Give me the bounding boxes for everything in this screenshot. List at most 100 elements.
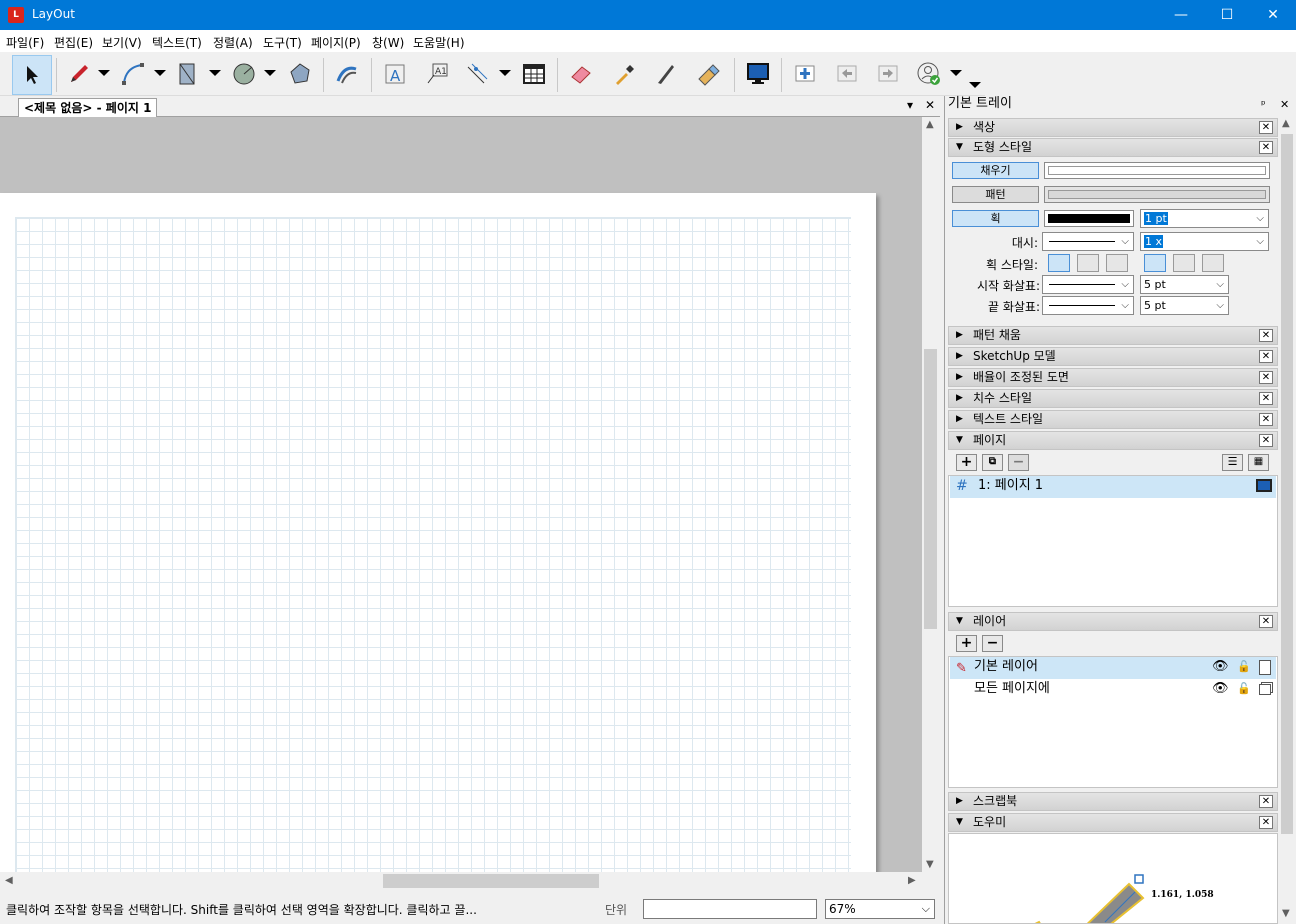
paper-page[interactable] <box>0 193 876 872</box>
tray-scrollbar[interactable]: ▲ ▼ <box>1278 116 1296 924</box>
panel-layers-header[interactable]: ▼ 레이어 ✕ <box>948 612 1278 631</box>
join-miter-button[interactable] <box>1048 254 1070 272</box>
join-bevel-button[interactable] <box>1106 254 1128 272</box>
lock-icon[interactable]: 🔓 <box>1237 657 1251 677</box>
panel-sketchup-model-header[interactable]: ▶ SketchUp 모델 ✕ <box>948 347 1278 366</box>
zoom-select[interactable]: 67% ⌵ <box>825 899 935 919</box>
tray-scroll-thumb[interactable] <box>1281 134 1293 834</box>
scroll-left-arrow-icon[interactable]: ◀ <box>5 875 13 886</box>
menu-text[interactable]: 텍스트(T) <box>152 34 202 51</box>
dash-style-select[interactable]: ⌵ <box>1042 232 1134 251</box>
scroll-up-arrow-icon[interactable]: ▲ <box>926 119 934 130</box>
add-layer-plus-icon[interactable]: + <box>956 635 977 652</box>
panel-shape-style-header[interactable]: ▼ 도형 스타일 ✕ <box>948 138 1278 157</box>
menu-pages[interactable]: 페이지(P) <box>311 34 361 51</box>
panel-close-icon[interactable]: ✕ <box>1259 350 1273 363</box>
circle-tool-dropdown[interactable] <box>264 70 276 76</box>
delete-layer-minus-icon[interactable]: − <box>982 635 1003 652</box>
layer-list-item[interactable]: 모든 페이지에 👁 🔓 <box>950 679 1276 701</box>
pencil-tool-button[interactable] <box>61 56 97 92</box>
arc-tool-button[interactable] <box>115 56 151 92</box>
previous-page-tool-button[interactable] <box>829 56 865 92</box>
document-tab[interactable]: <제목 없음> - 페이지 1 <box>18 98 158 117</box>
menu-file[interactable]: 파일(F) <box>6 34 44 51</box>
drawing-canvas[interactable] <box>0 117 922 872</box>
dimension-tool-button[interactable] <box>459 56 495 92</box>
panel-close-icon[interactable]: ✕ <box>1259 795 1273 808</box>
select-tool-button[interactable] <box>12 55 52 95</box>
panel-close-icon[interactable]: ✕ <box>1259 816 1273 829</box>
panel-colors-header[interactable]: ▶ 색상 ✕ <box>948 118 1278 137</box>
arc-tool-dropdown[interactable] <box>154 70 166 76</box>
panel-dimension-style-header[interactable]: ▶ 치수 스타일 ✕ <box>948 389 1278 408</box>
duplicate-page-icon[interactable]: ⧉ <box>982 454 1003 471</box>
cap-square-button[interactable] <box>1202 254 1224 272</box>
polygon-tool-button[interactable] <box>282 56 318 92</box>
panel-close-icon[interactable]: ✕ <box>1259 413 1273 426</box>
text-tool-button[interactable]: A <box>377 56 413 92</box>
scroll-down-arrow-icon[interactable]: ▼ <box>926 859 934 870</box>
split-tool-button[interactable] <box>648 56 684 92</box>
menu-arrange[interactable]: 정렬(A) <box>213 34 253 51</box>
pattern-swatch[interactable] <box>1044 186 1270 203</box>
panel-instructor-header[interactable]: ▼ 도우미 ✕ <box>948 813 1278 832</box>
vertical-scroll-thumb[interactable] <box>924 349 937 629</box>
visibility-eye-icon[interactable]: 👁 <box>1212 679 1229 699</box>
offset-tool-button[interactable] <box>329 56 365 92</box>
table-tool-button[interactable] <box>516 56 552 92</box>
join-round-button[interactable] <box>1077 254 1099 272</box>
panel-close-icon[interactable]: ✕ <box>1259 392 1273 405</box>
panel-close-icon[interactable]: ✕ <box>1259 121 1273 134</box>
rectangle-tool-dropdown[interactable] <box>209 70 221 76</box>
shared-pages-icon[interactable] <box>1259 684 1271 695</box>
minimize-button[interactable]: — <box>1158 0 1204 30</box>
tray-close-button[interactable]: ✕ <box>1280 97 1289 113</box>
cap-round-button[interactable] <box>1173 254 1195 272</box>
circle-tool-button[interactable] <box>226 56 262 92</box>
panel-close-icon[interactable]: ✕ <box>1259 141 1273 154</box>
panel-close-icon[interactable]: ✕ <box>1259 434 1273 447</box>
pencil-tool-dropdown[interactable] <box>98 70 110 76</box>
scroll-down-arrow-icon[interactable]: ▼ <box>1282 908 1290 919</box>
presentation-tool-button[interactable] <box>740 56 776 92</box>
panel-pattern-fill-header[interactable]: ▶ 패턴 채움 ✕ <box>948 326 1278 345</box>
menu-view[interactable]: 보기(V) <box>102 34 142 51</box>
add-page-tool-button[interactable] <box>787 56 823 92</box>
panel-scaled-drawing-header[interactable]: ▶ 배율이 조정된 도면 ✕ <box>948 368 1278 387</box>
list-view-icon[interactable]: ☰ <box>1222 454 1243 471</box>
menu-help[interactable]: 도움말(H) <box>413 34 465 51</box>
panel-close-icon[interactable]: ✕ <box>1259 329 1273 342</box>
toolbar-overflow-dropdown[interactable] <box>969 82 981 88</box>
fill-color-swatch[interactable] <box>1044 162 1270 179</box>
label-tool-button[interactable]: A1 <box>419 56 455 92</box>
maximize-button[interactable]: ☐ <box>1204 0 1250 30</box>
stroke-width-select[interactable]: 1 pt ⌵ <box>1140 209 1269 228</box>
end-arrow-size-select[interactable]: 5 pt ⌵ <box>1140 296 1229 315</box>
fill-toggle-button[interactable]: 채우기 <box>952 162 1039 179</box>
layer-list-item[interactable]: ✎ 기본 레이어 👁 🔓 <box>950 657 1276 679</box>
panel-close-icon[interactable]: ✕ <box>1259 371 1273 384</box>
eyedropper-tool-button[interactable] <box>606 56 642 92</box>
scroll-up-arrow-icon[interactable]: ▲ <box>1282 118 1290 129</box>
menu-window[interactable]: 창(W) <box>372 34 404 51</box>
tab-menu-button[interactable]: ▾ <box>907 98 913 112</box>
delete-page-minus-icon[interactable]: − <box>1008 454 1029 471</box>
presentation-monitor-icon[interactable] <box>1256 479 1272 492</box>
eraser-tool-button[interactable] <box>563 56 599 92</box>
visibility-eye-icon[interactable]: 👁 <box>1212 657 1229 677</box>
panel-scrapbooks-header[interactable]: ▶ 스크랩북 ✕ <box>948 792 1278 811</box>
dimension-tool-dropdown[interactable] <box>499 70 511 76</box>
stroke-toggle-button[interactable]: 획 <box>952 210 1039 227</box>
rectangle-tool-button[interactable] <box>170 56 206 92</box>
panel-text-style-header[interactable]: ▶ 텍스트 스타일 ✕ <box>948 410 1278 429</box>
join-tool-button[interactable] <box>690 56 726 92</box>
close-button[interactable]: ✕ <box>1250 0 1296 30</box>
scroll-right-arrow-icon[interactable]: ▶ <box>908 875 916 886</box>
cap-flat-button[interactable] <box>1144 254 1166 272</box>
account-dropdown[interactable] <box>950 70 962 76</box>
canvas-vertical-scrollbar[interactable]: ▲ ▼ <box>922 117 939 872</box>
single-page-icon[interactable] <box>1259 660 1271 675</box>
add-page-plus-icon[interactable]: + <box>956 454 977 471</box>
measurement-input[interactable] <box>643 899 817 919</box>
end-arrow-select[interactable]: ⌵ <box>1042 296 1134 315</box>
